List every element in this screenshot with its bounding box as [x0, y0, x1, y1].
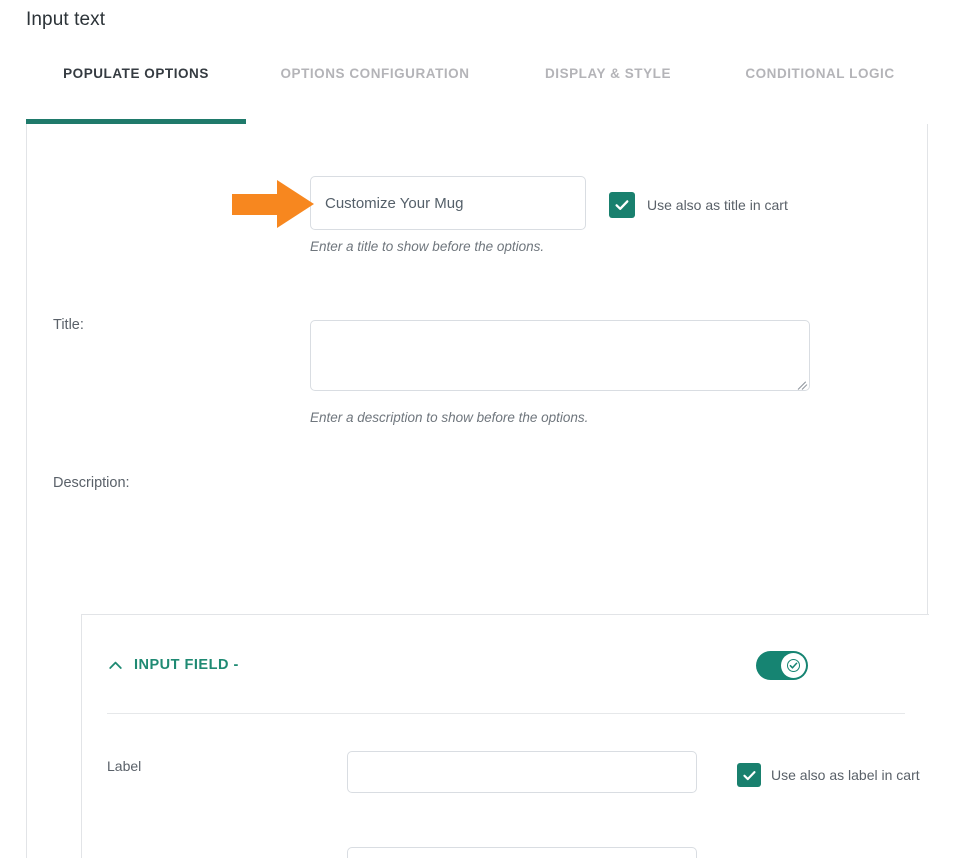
input-text-settings-screen: Input text POPULATE OPTIONS OPTIONS CONF…: [0, 0, 957, 858]
settings-panel: Title: Enter a title to show before the …: [26, 124, 929, 858]
use-as-label-in-cart-checkbox[interactable]: [737, 763, 761, 787]
label-field-label: Label: [107, 758, 142, 774]
input-field-section-header[interactable]: INPUT FIELD -: [108, 657, 239, 673]
label-input[interactable]: [347, 751, 697, 793]
description-textarea[interactable]: [310, 320, 810, 391]
tab-populate-options[interactable]: POPULATE OPTIONS: [26, 66, 246, 81]
input-field-section-card: INPUT FIELD - Label Use also as label in…: [81, 614, 929, 858]
tab-conditional-logic[interactable]: CONDITIONAL LOGIC: [712, 66, 928, 81]
arrow-shaft: [232, 194, 280, 215]
section-divider: [107, 713, 905, 714]
tab-bar: POPULATE OPTIONS OPTIONS CONFIGURATION D…: [26, 66, 928, 106]
toggle-knob: [781, 653, 806, 678]
tab-display-and-style[interactable]: DISPLAY & STYLE: [504, 66, 712, 81]
page-title: Input text: [26, 9, 106, 30]
title-field-label: Title:: [53, 317, 84, 333]
use-as-title-in-cart-label: Use also as title in cart: [647, 197, 788, 213]
use-as-label-in-cart-label: Use also as label in cart: [771, 767, 920, 783]
use-as-title-in-cart-checkbox[interactable]: [609, 192, 635, 218]
chevron-up-icon: [108, 658, 123, 673]
input-field-enable-toggle[interactable]: [756, 651, 808, 680]
title-field-hint: Enter a title to show before the options…: [310, 239, 545, 254]
use-as-title-in-cart-row[interactable]: Use also as title in cart: [609, 192, 788, 218]
tab-options-configuration[interactable]: OPTIONS CONFIGURATION: [246, 66, 504, 81]
description-field-hint: Enter a description to show before the o…: [310, 410, 589, 425]
title-input[interactable]: [310, 176, 586, 230]
arrow-annotation-icon: [232, 180, 314, 228]
placeholder-input[interactable]: [347, 847, 697, 858]
description-field-label: Description:: [53, 475, 130, 491]
use-as-label-in-cart-row[interactable]: Use also as label in cart: [737, 763, 920, 787]
input-field-section-title: INPUT FIELD -: [134, 657, 239, 673]
arrow-head: [277, 180, 314, 228]
